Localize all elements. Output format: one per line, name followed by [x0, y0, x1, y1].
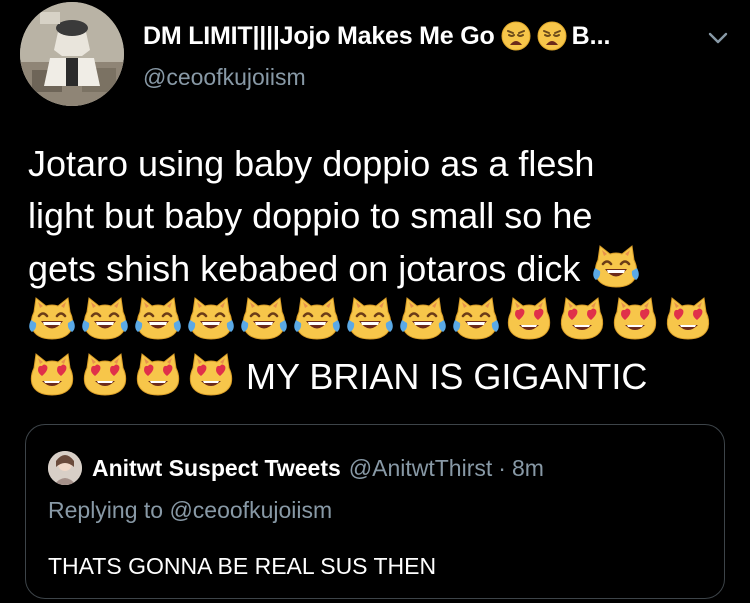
tweet-text: Jotaro using baby doppio as a flesh ligh… [28, 138, 728, 406]
tweet-text-line: light but baby doppio to small so he [28, 195, 593, 236]
display-name[interactable]: DM LIMIT||||Jojo Makes Me Go [143, 22, 495, 51]
heart-eyes-cat-emoji [187, 350, 235, 398]
quoted-display-name[interactable]: Anitwt Suspect Tweets [92, 455, 341, 482]
avatar[interactable] [20, 2, 124, 106]
cat-tears-of-joy-emoji [399, 294, 447, 342]
display-name-truncated: B... [571, 21, 611, 50]
quoted-avatar[interactable] [48, 451, 82, 485]
quoted-timestamp[interactable]: 8m [512, 455, 544, 482]
emoji-row [28, 294, 728, 350]
tweet: DM LIMIT||||Jojo Makes Me Go B... @ceoof… [0, 0, 750, 603]
display-name-row[interactable]: DM LIMIT||||Jojo Makes Me Go B... [143, 18, 703, 54]
quoted-handle[interactable]: @AnitwtThirst [349, 455, 492, 482]
weary-face-emoji [537, 21, 567, 51]
heart-eyes-cat-emoji [28, 350, 76, 398]
user-handle[interactable]: @ceoofkujoiism [143, 64, 306, 91]
closing-text: MY BRIAN IS GIGANTIC [246, 356, 648, 397]
chevron-down-icon[interactable] [706, 26, 730, 50]
cat-tears-of-joy-emoji [187, 294, 235, 342]
separator-dot: · [498, 454, 506, 481]
cat-tears-of-joy-emoji [346, 294, 394, 342]
replying-to[interactable]: Replying to @ceoofkujoiism [48, 497, 332, 524]
quoted-header: Anitwt Suspect Tweets @AnitwtThirst · 8m [92, 451, 544, 485]
heart-eyes-cat-emoji [505, 294, 553, 342]
heart-eyes-cat-emoji [664, 294, 712, 342]
cat-tears-of-joy-emoji [240, 294, 288, 342]
tweet-text-line: Jotaro using baby doppio as a flesh [28, 143, 595, 184]
cat-tears-of-joy-emoji [28, 294, 76, 342]
cat-tears-of-joy-emoji [81, 294, 129, 342]
quoted-text: THATS GONNA BE REAL SUS THEN [48, 553, 437, 579]
quoted-tweet[interactable]: Anitwt Suspect Tweets @AnitwtThirst · 8m… [25, 424, 725, 599]
tweet-text-line: gets shish kebabed on jotaros dick [28, 242, 728, 294]
cat-tears-of-joy-emoji [452, 294, 500, 342]
heart-eyes-cat-emoji [558, 294, 606, 342]
weary-face-emoji [501, 21, 531, 51]
emoji-row: MY BRIAN IS GIGANTIC [28, 350, 728, 406]
tweet-text-segment: gets shish kebabed on jotaros dick [28, 248, 581, 289]
heart-eyes-cat-emoji [134, 350, 182, 398]
heart-eyes-cat-emoji [81, 350, 129, 398]
cat-tears-of-joy-emoji [293, 294, 341, 342]
cat-tears-of-joy-emoji [134, 294, 182, 342]
cat-tears-of-joy-emoji [592, 242, 640, 290]
heart-eyes-cat-emoji [611, 294, 659, 342]
